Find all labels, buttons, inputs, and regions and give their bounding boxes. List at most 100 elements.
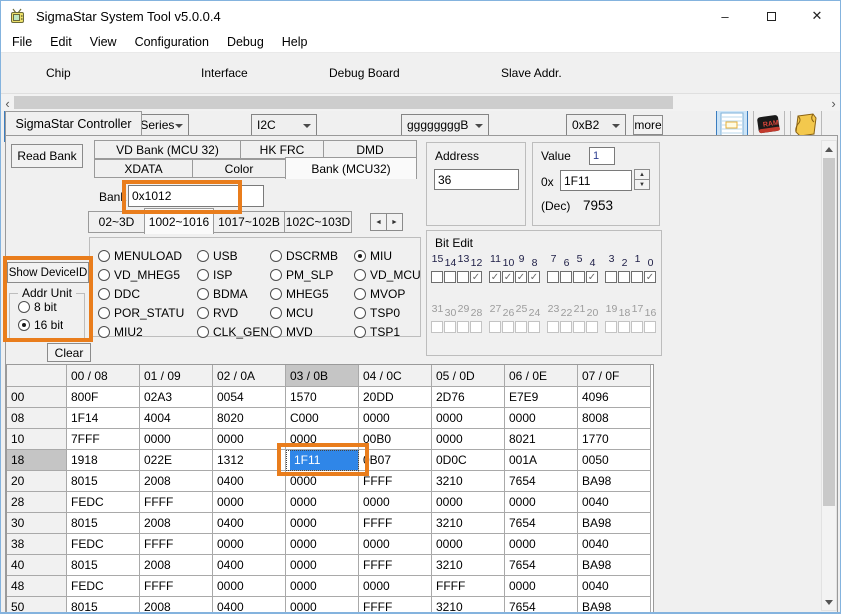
table-cell[interactable]: FFFF [359, 471, 432, 492]
more-button[interactable]: more [633, 115, 663, 135]
bit-checkbox-1[interactable] [631, 271, 643, 283]
table-cell[interactable]: 0050 [578, 450, 651, 471]
table-cell[interactable]: 1570 [286, 387, 359, 408]
table-cell[interactable]: 7654 [505, 597, 578, 613]
table-cell[interactable]: FEDC [67, 576, 140, 597]
bit-checkbox-2[interactable] [618, 271, 630, 283]
spin-down-button[interactable]: ▼ [634, 179, 650, 190]
table-col-header-00-08[interactable]: 00 / 08 [67, 365, 140, 387]
table-cell[interactable]: 8015 [67, 513, 140, 534]
module-radio-mvd[interactable]: MVD [270, 322, 354, 341]
table-cell[interactable]: FFFF [359, 513, 432, 534]
table-cell[interactable]: 8020 [213, 408, 286, 429]
module-radio-miu2[interactable]: MIU2 [98, 322, 197, 341]
table-col-header-01-09[interactable]: 01 / 09 [140, 365, 213, 387]
table-cell[interactable]: 1918 [67, 450, 140, 471]
scroll-up-icon[interactable] [822, 141, 836, 157]
module-radio-isp[interactable]: ISP [197, 265, 270, 284]
table-cell[interactable]: 0400 [213, 471, 286, 492]
bit-checkbox-0[interactable]: ✓ [644, 271, 656, 283]
table-cell[interactable]: 8015 [67, 597, 140, 613]
module-radio-rvd[interactable]: RVD [197, 303, 270, 322]
address-input[interactable] [434, 169, 519, 190]
maximize-button[interactable] [748, 1, 794, 31]
table-row-header-48[interactable]: 48 [7, 576, 67, 597]
bank-input[interactable] [128, 185, 264, 207]
content-scrollbar[interactable] [821, 140, 837, 611]
tab-color[interactable]: Color [192, 159, 286, 178]
table-cell[interactable]: 0400 [213, 597, 286, 613]
table-cell[interactable]: 0000 [505, 408, 578, 429]
table-cell[interactable]: 7654 [505, 513, 578, 534]
bit-checkbox-11[interactable]: ✓ [489, 271, 501, 283]
table-cell[interactable]: 0000 [286, 597, 359, 613]
table-cell[interactable]: 2008 [140, 597, 213, 613]
table-cell[interactable]: C000 [286, 408, 359, 429]
clear-button[interactable]: Clear [47, 343, 91, 362]
slave-addr-select[interactable]: 0xB2 [566, 114, 626, 136]
module-radio-menuload[interactable]: MENULOAD [98, 246, 197, 265]
table-cell[interactable]: 7654 [505, 471, 578, 492]
table-cell[interactable]: 0000 [140, 429, 213, 450]
table-cell[interactable]: 0000 [432, 534, 505, 555]
module-radio-vd-mcu[interactable]: VD_MCU [354, 265, 420, 284]
table-cell[interactable]: 2008 [140, 555, 213, 576]
table-cell[interactable]: 0054 [213, 387, 286, 408]
close-button[interactable]: ✕ [794, 1, 840, 31]
interface-select[interactable]: I2C [251, 114, 317, 136]
menu-edit[interactable]: Edit [41, 32, 81, 52]
table-cell[interactable]: 1312 [213, 450, 286, 471]
tab-prev-button[interactable]: ◄ [370, 213, 387, 231]
table-cell[interactable]: 0000 [432, 408, 505, 429]
table-cell[interactable]: 4096 [578, 387, 651, 408]
bit-checkbox-12[interactable]: ✓ [470, 271, 482, 283]
module-radio-dscrmb[interactable]: DSCRMB [270, 246, 354, 265]
scrollbar-thumb[interactable] [14, 96, 673, 109]
scroll-left-icon[interactable]: ‹ [1, 94, 14, 112]
table-col-header-02-0a[interactable]: 02 / 0A [213, 365, 286, 387]
menu-debug[interactable]: Debug [218, 32, 273, 52]
table-col-header-05-0d[interactable]: 05 / 0D [432, 365, 505, 387]
table-cell[interactable]: BA98 [578, 597, 651, 613]
table-cell[interactable]: 0040 [578, 492, 651, 513]
table-cell[interactable]: 2D76 [432, 387, 505, 408]
table-cell[interactable]: FFFF [359, 555, 432, 576]
table-cell[interactable]: 2008 [140, 513, 213, 534]
table-cell[interactable]: FFFF [140, 534, 213, 555]
table-cell[interactable]: 00B0 [359, 429, 432, 450]
table-cell[interactable]: 0000 [286, 492, 359, 513]
tab-vd-bank-mcu-32[interactable]: VD Bank (MCU 32) [94, 140, 241, 159]
module-radio-vd-mheg5[interactable]: VD_MHEG5 [98, 265, 197, 284]
addr-unit-8bit-radio[interactable]: 8 bit [18, 300, 57, 314]
table-cell[interactable]: 0000 [359, 408, 432, 429]
table-cell[interactable]: 0000 [505, 534, 578, 555]
module-radio-ddc[interactable]: DDC [98, 284, 197, 303]
table-cell[interactable]: 0000 [213, 576, 286, 597]
table-cell[interactable]: 20DD [359, 387, 432, 408]
table-cell[interactable]: 0000 [286, 534, 359, 555]
menu-file[interactable]: File [3, 32, 41, 52]
table-cell[interactable]: 0000 [432, 429, 505, 450]
module-radio-clk-gen[interactable]: CLK_GEN [197, 322, 270, 341]
table-cell[interactable]: 0000 [286, 429, 359, 450]
table-cell[interactable]: 0000 [505, 576, 578, 597]
table-row-header-00[interactable]: 00 [7, 387, 67, 408]
menu-view[interactable]: View [81, 32, 126, 52]
addr-unit-16bit-radio[interactable]: 16 bit [18, 318, 63, 332]
table-cell[interactable]: 0000 [213, 534, 286, 555]
table-cell[interactable]: 8015 [67, 555, 140, 576]
menu-configuration[interactable]: Configuration [126, 32, 218, 52]
table-cell[interactable]: 0400 [213, 513, 286, 534]
table-cell[interactable]: 2008 [140, 471, 213, 492]
table-cell[interactable]: 0B07 [359, 450, 432, 471]
menu-help[interactable]: Help [273, 32, 317, 52]
table-cell[interactable]: 0000 [286, 471, 359, 492]
tab-1002-1016[interactable]: 1002~1016 [144, 208, 214, 234]
table-cell[interactable]: 7FFF [67, 429, 140, 450]
table-row-header-50[interactable]: 50 [7, 597, 67, 613]
table-cell[interactable]: 0000 [505, 492, 578, 513]
scroll-right-icon[interactable]: › [827, 94, 840, 112]
table-col-header-04-0c[interactable]: 04 / 0C [359, 365, 432, 387]
bit-checkbox-8[interactable]: ✓ [528, 271, 540, 283]
table-cell[interactable]: 0040 [578, 534, 651, 555]
